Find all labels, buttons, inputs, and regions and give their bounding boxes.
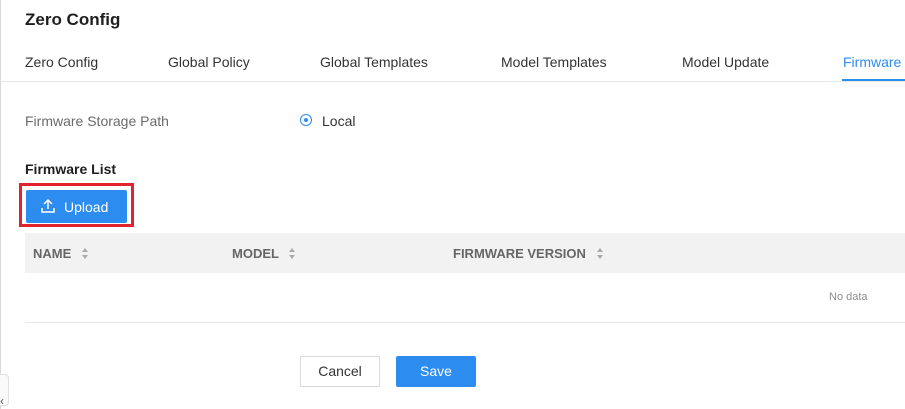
local-radio[interactable]	[300, 114, 312, 126]
active-tab-indicator	[842, 79, 905, 81]
cancel-button[interactable]: Cancel	[300, 356, 380, 387]
column-header-name[interactable]: NAME	[33, 246, 89, 261]
collapse-icon[interactable]: ‹	[0, 394, 4, 408]
column-header-model[interactable]: MODEL	[232, 246, 296, 261]
empty-table-text: No data	[829, 291, 868, 303]
tab-global-policy[interactable]: Global Policy	[168, 54, 250, 70]
sort-icon[interactable]	[81, 247, 89, 260]
tab-zero-config[interactable]: Zero Config	[25, 54, 98, 70]
upload-button[interactable]: Upload	[26, 190, 127, 223]
column-header-firmware-version[interactable]: FIRMWARE VERSION	[453, 246, 604, 261]
upload-button-label: Upload	[64, 199, 109, 215]
upload-icon	[40, 198, 56, 217]
firmware-list-title: Firmware List	[25, 161, 117, 177]
sort-icon[interactable]	[596, 247, 604, 260]
tab-global-templates[interactable]: Global Templates	[320, 54, 428, 70]
page-title: Zero Config	[25, 10, 121, 29]
local-radio-label[interactable]: Local	[322, 113, 355, 129]
table-header: NAME MODEL FIRMWARE VERSION	[25, 233, 905, 273]
radio-selected-dot	[304, 118, 308, 122]
tab-firmware[interactable]: Firmware	[843, 54, 901, 70]
tab-model-templates[interactable]: Model Templates	[501, 54, 607, 70]
firmware-storage-path-label: Firmware Storage Path	[25, 113, 169, 129]
table-bottom-divider	[25, 322, 905, 323]
save-button[interactable]: Save	[396, 356, 476, 387]
tab-bar: Zero Config Global Policy Global Templat…	[0, 44, 905, 82]
tab-model-update[interactable]: Model Update	[682, 54, 769, 70]
sort-icon[interactable]	[288, 247, 296, 260]
